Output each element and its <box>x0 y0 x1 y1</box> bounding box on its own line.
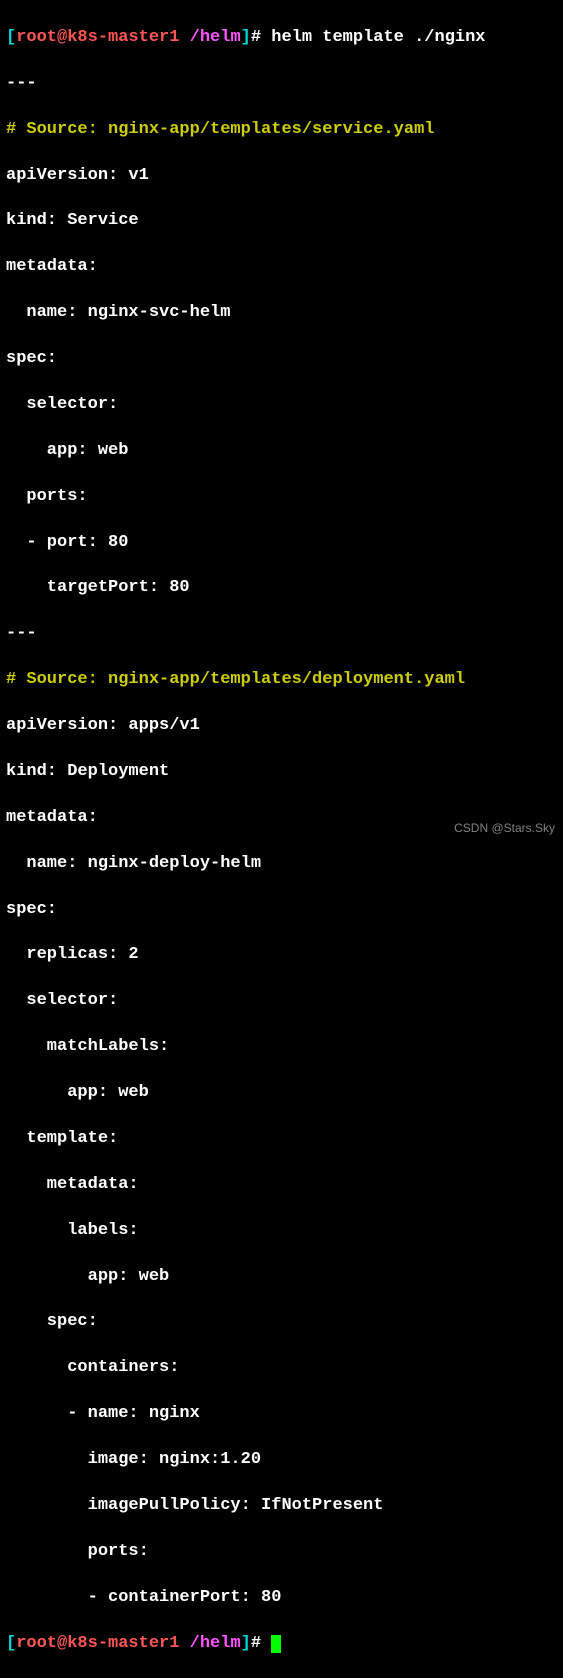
bracket-open: [ <box>6 28 16 47</box>
output-line: image: nginx:1.20 <box>6 1449 557 1472</box>
output-line: app: web <box>6 1266 557 1289</box>
output-line: replicas: 2 <box>6 944 557 967</box>
output-line: template: <box>6 1128 557 1151</box>
output-line: ports: <box>6 1541 557 1564</box>
path: /helm <box>190 28 241 47</box>
hash: # <box>251 1634 271 1653</box>
output-line: # Source: nginx-app/templates/deployment… <box>6 669 557 692</box>
cursor-icon <box>271 1635 281 1653</box>
output-line: labels: <box>6 1220 557 1243</box>
output-line: spec: <box>6 348 557 371</box>
user-host: root@k8s-master1 <box>16 1634 179 1653</box>
output-line: apiVersion: v1 <box>6 165 557 188</box>
user-host: root@k8s-master1 <box>16 28 179 47</box>
output-line: selector: <box>6 394 557 417</box>
output-line: # Source: nginx-app/templates/service.ya… <box>6 119 557 142</box>
output-line: imagePullPolicy: IfNotPresent <box>6 1495 557 1518</box>
watermark-text: CSDN @Stars.Sky <box>454 820 555 836</box>
output-line: metadata: <box>6 256 557 279</box>
output-line: targetPort: 80 <box>6 577 557 600</box>
output-line: - name: nginx <box>6 1403 557 1426</box>
output-line: - port: 80 <box>6 532 557 555</box>
output-line: matchLabels: <box>6 1036 557 1059</box>
terminal-output[interactable]: [root@k8s-master1 /helm]# helm template … <box>6 4 557 1678</box>
path: /helm <box>190 1634 241 1653</box>
hash: # <box>251 28 271 47</box>
output-line: selector: <box>6 990 557 1013</box>
output-line: name: nginx-svc-helm <box>6 302 557 325</box>
output-line: spec: <box>6 1311 557 1334</box>
output-line: - containerPort: 80 <box>6 1587 557 1610</box>
bracket-close: ] <box>241 28 251 47</box>
output-line: spec: <box>6 899 557 922</box>
prompt-line-2[interactable]: [root@k8s-master1 /helm]# <box>6 1633 557 1656</box>
output-line: kind: Service <box>6 210 557 233</box>
output-line: name: nginx-deploy-helm <box>6 853 557 876</box>
prompt-line-1: [root@k8s-master1 /helm]# helm template … <box>6 27 557 50</box>
bracket-open: [ <box>6 1634 16 1653</box>
output-line: ports: <box>6 486 557 509</box>
output-line: kind: Deployment <box>6 761 557 784</box>
output-line: --- <box>6 623 557 646</box>
output-line: containers: <box>6 1357 557 1380</box>
command-text: helm template ./nginx <box>271 28 485 47</box>
output-line: apiVersion: apps/v1 <box>6 715 557 738</box>
bracket-close: ] <box>241 1634 251 1653</box>
output-line: app: web <box>6 440 557 463</box>
output-line: metadata: <box>6 1174 557 1197</box>
output-line: app: web <box>6 1082 557 1105</box>
output-line: --- <box>6 73 557 96</box>
